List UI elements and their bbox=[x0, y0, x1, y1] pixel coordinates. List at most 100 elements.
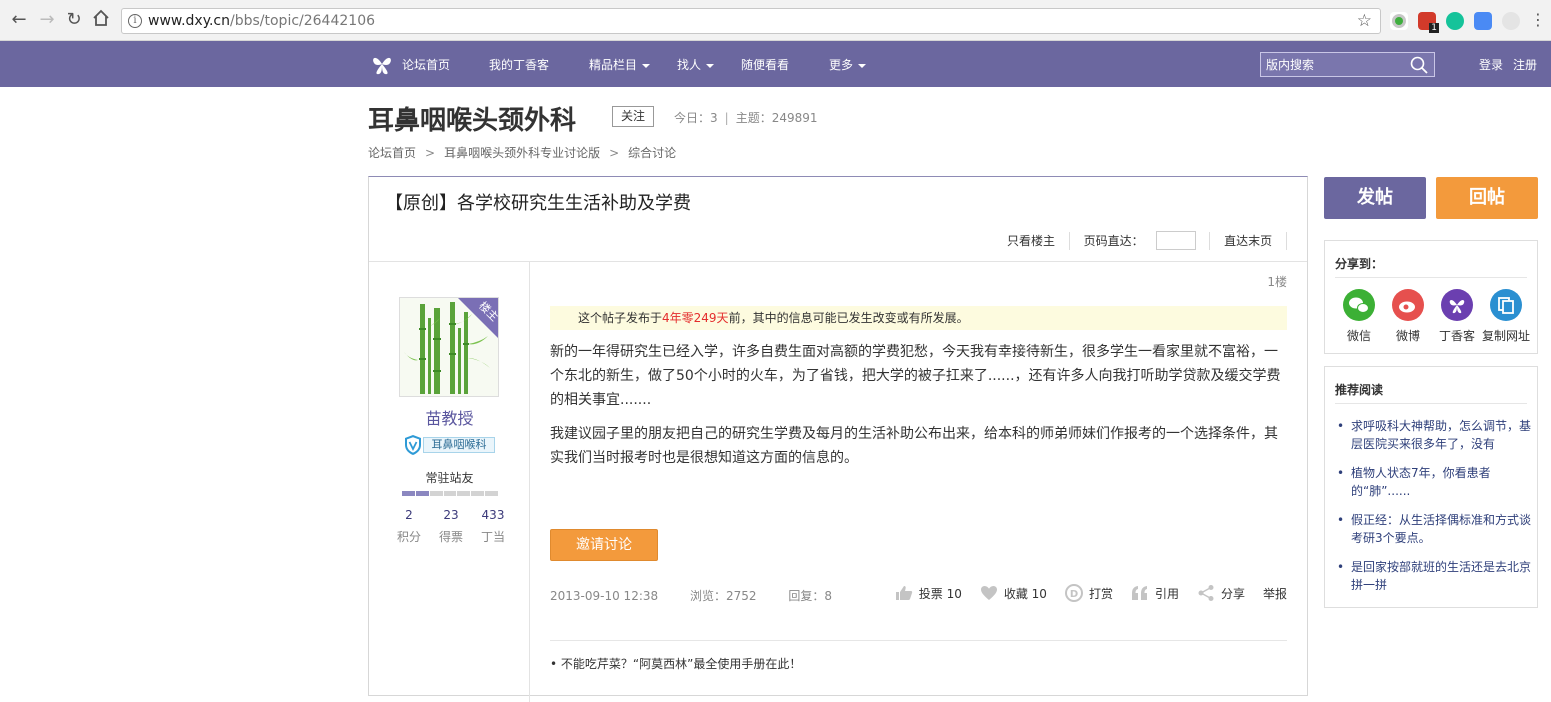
tip-label: 打赏 bbox=[1088, 586, 1113, 601]
share-dxy[interactable]: 丁香客 bbox=[1433, 289, 1481, 344]
user-rank: 常驻站友 bbox=[425, 471, 474, 485]
divider bbox=[1068, 231, 1070, 250]
post-actions: 投票 10 收藏 10 D 打赏 引用 分享 举报 bbox=[877, 584, 1287, 602]
rank-segment bbox=[402, 491, 415, 496]
report-button[interactable]: 举报 bbox=[1263, 585, 1287, 602]
nav-featured[interactable]: 精品栏目 bbox=[589, 56, 651, 73]
page-jump-input[interactable] bbox=[1155, 231, 1196, 250]
reply-button[interactable]: 回帖 bbox=[1436, 177, 1538, 219]
favorite-button[interactable]: 收藏 10 bbox=[980, 585, 1047, 602]
extension-stack-icon[interactable]: 1 bbox=[1418, 12, 1439, 33]
back-arrow-icon[interactable]: ← bbox=[8, 9, 30, 31]
age-notice: 这个帖子发布于4年零249天前，其中的信息可能已发生改变或有所发展。 bbox=[550, 306, 1287, 330]
breadcrumb-separator: > bbox=[425, 146, 436, 160]
nav-forum-home[interactable]: 论坛首页 bbox=[402, 56, 450, 73]
rank-progress-bar bbox=[402, 491, 499, 496]
stat-dingdang[interactable]: 433 丁当 bbox=[475, 508, 511, 545]
only-op-link[interactable]: 只看楼主 bbox=[1007, 232, 1055, 249]
stat-votes[interactable]: 23 得票 bbox=[433, 508, 469, 545]
post-meta: 2013-09-10 12:38 浏览：2752 回复：8 bbox=[550, 587, 860, 604]
board-search bbox=[1260, 52, 1435, 77]
post-date: 2013-09-10 12:38 bbox=[550, 589, 659, 603]
caret-down-icon bbox=[642, 63, 651, 68]
info-icon[interactable]: i bbox=[128, 14, 142, 28]
stat-number: 433 bbox=[481, 508, 505, 522]
forward-arrow-icon[interactable]: → bbox=[36, 9, 58, 31]
floor-number[interactable]: 1楼 bbox=[1267, 273, 1287, 290]
translate-icon[interactable] bbox=[1474, 12, 1492, 30]
reply-count: 回复：8 bbox=[788, 589, 832, 603]
extension-green-dot-icon[interactable] bbox=[1390, 12, 1408, 30]
search-icon[interactable] bbox=[1410, 56, 1428, 74]
weibo-icon bbox=[1392, 289, 1424, 321]
last-page-link[interactable]: 直达末页 bbox=[1224, 232, 1272, 249]
nav-label: 随便看看 bbox=[741, 58, 790, 72]
breadcrumb-separator: > bbox=[609, 146, 620, 160]
recommended-list: 求呼吸科大神帮助，怎么调节，基层医院买来很多年了，没有 植物人状态7年，你看患者… bbox=[1335, 417, 1531, 605]
board-search-input[interactable] bbox=[1261, 53, 1401, 76]
home-icon[interactable] bbox=[90, 9, 112, 31]
related-link[interactable]: • 不能吃芹菜？“阿莫西林”最全使用手册在此！ bbox=[550, 655, 801, 672]
new-post-button[interactable]: 发帖 bbox=[1324, 177, 1426, 219]
bookmark-star-icon[interactable]: ☆ bbox=[1357, 11, 1372, 31]
user-stats: 2 积分 23 得票 433 丁当 bbox=[391, 508, 511, 545]
share-label: 丁香客 bbox=[1438, 329, 1475, 343]
dxy-icon bbox=[1441, 289, 1473, 321]
share-copy[interactable]: 复制网址 bbox=[1482, 289, 1530, 344]
breadcrumb-category[interactable]: 综合讨论 bbox=[628, 146, 676, 160]
nav-label: 我的丁香客 bbox=[489, 58, 550, 72]
quote-button[interactable]: 引用 bbox=[1131, 585, 1179, 602]
favorite-label: 收藏 10 bbox=[1003, 586, 1047, 601]
vote-button[interactable]: 投票 10 bbox=[895, 585, 962, 602]
quote-icon bbox=[1131, 586, 1147, 600]
share-label: 分享 bbox=[1220, 586, 1245, 601]
notice-age: 4年零249天 bbox=[662, 311, 729, 325]
recommended-item[interactable]: 求呼吸科大神帮助，怎么调节，基层医院买来很多年了，没有 bbox=[1335, 417, 1531, 453]
vote-label: 投票 10 bbox=[918, 586, 962, 601]
invite-discussion-button[interactable]: 邀请讨论 bbox=[550, 529, 658, 561]
rank-segment bbox=[457, 491, 471, 496]
stat-label: 丁当 bbox=[480, 530, 505, 544]
stat-points[interactable]: 2 积分 bbox=[391, 508, 427, 545]
url-host: www.dxy.cn bbox=[148, 13, 230, 29]
divider bbox=[1335, 277, 1527, 278]
nav-label: 更多 bbox=[829, 58, 854, 72]
breadcrumb: 论坛首页 > 耳鼻咽喉头颈外科专业讨论版 > 综合讨论 bbox=[368, 144, 676, 161]
heart-icon bbox=[980, 586, 997, 600]
copy-icon bbox=[1490, 289, 1522, 321]
recommended-item[interactable]: 是回家按部就班的生活还是去北京拼一拼 bbox=[1335, 558, 1531, 594]
address-bar[interactable]: i www.dxy.cn/bbs/topic/26442106 ☆ bbox=[121, 8, 1381, 34]
share-wechat[interactable]: 微信 bbox=[1335, 289, 1383, 344]
nav-find-people[interactable]: 找人 bbox=[677, 56, 715, 73]
extension-gray-icon[interactable] bbox=[1502, 12, 1520, 30]
reload-icon[interactable]: ↻ bbox=[63, 9, 85, 31]
menu-dots-icon[interactable]: ⋮ bbox=[1527, 9, 1549, 31]
caret-down-icon bbox=[858, 63, 867, 68]
recommended-item[interactable]: 植物人状态7年，你看患者的“肺”...... bbox=[1335, 464, 1531, 500]
avatar[interactable]: 楼主 bbox=[399, 297, 499, 397]
tip-button[interactable]: D 打赏 bbox=[1064, 584, 1113, 602]
recommended-item[interactable]: 假正经：从生活择偶标准和方式谈考研3个要点。 bbox=[1335, 511, 1531, 547]
register-link[interactable]: 注册 bbox=[1513, 56, 1537, 73]
nav-label: 论坛首页 bbox=[402, 58, 451, 72]
rank-segment bbox=[429, 491, 443, 496]
dxy-logo-icon[interactable] bbox=[368, 50, 396, 78]
post-paragraph-1: 新的一年得研究生已经入学，许多自费生面对高额的学费犯愁，今天我有幸接待新生，很多… bbox=[550, 344, 1281, 408]
login-link[interactable]: 登录 bbox=[1479, 56, 1503, 73]
url-text: www.dxy.cn/bbs/topic/26442106 bbox=[148, 13, 375, 29]
rank-segment bbox=[443, 491, 457, 496]
quote-label: 引用 bbox=[1154, 586, 1179, 601]
nav-my-dxy[interactable]: 我的丁香客 bbox=[489, 56, 549, 73]
breadcrumb-board[interactable]: 耳鼻咽喉头颈外科专业讨论版 bbox=[444, 146, 600, 160]
author-name[interactable]: 苗教授 bbox=[369, 405, 530, 429]
browser-toolbar: ← → ↻ i www.dxy.cn/bbs/topic/26442106 ☆ … bbox=[0, 0, 1551, 41]
department-badge: 耳鼻咽喉科 bbox=[403, 434, 495, 456]
divider bbox=[550, 640, 1287, 641]
nav-random[interactable]: 随便看看 bbox=[741, 56, 789, 73]
nav-more[interactable]: 更多 bbox=[829, 56, 867, 73]
share-weibo[interactable]: 微博 bbox=[1384, 289, 1432, 344]
share-button[interactable]: 分享 bbox=[1197, 584, 1245, 602]
follow-button[interactable]: 关注 bbox=[612, 106, 654, 127]
breadcrumb-home[interactable]: 论坛首页 bbox=[368, 146, 416, 160]
grammarly-icon[interactable] bbox=[1446, 12, 1464, 30]
